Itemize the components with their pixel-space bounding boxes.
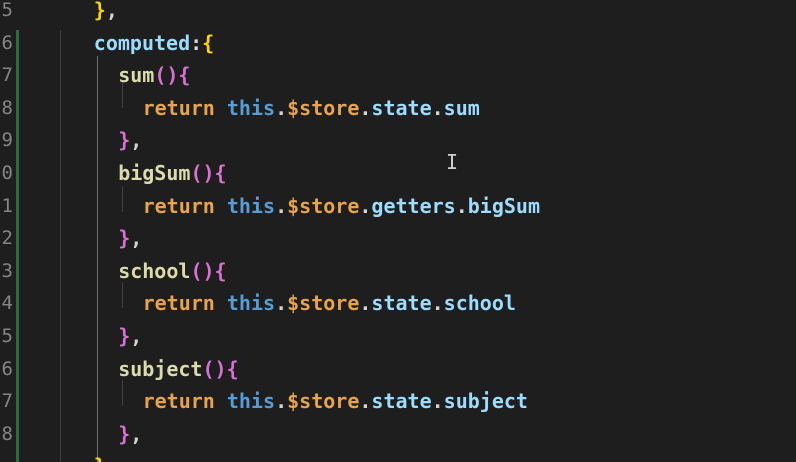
code-token: computed bbox=[93, 30, 191, 55]
code-token: . bbox=[359, 291, 372, 316]
code-token: . bbox=[359, 389, 372, 414]
code-token: . bbox=[359, 193, 372, 218]
code-line[interactable]: school(){ bbox=[118, 258, 226, 284]
code-token: state bbox=[371, 291, 432, 316]
code-token: { bbox=[214, 258, 227, 283]
code-token: , bbox=[130, 421, 143, 446]
code-token: { bbox=[226, 356, 239, 381]
code-token: . bbox=[275, 291, 288, 316]
line-number: 1 bbox=[1, 194, 13, 217]
code-token: school bbox=[443, 291, 516, 316]
code-token: state bbox=[371, 389, 432, 414]
code-token: } bbox=[118, 324, 131, 348]
line-number: 3 bbox=[1, 259, 13, 282]
code-token: } bbox=[93, 0, 106, 22]
code-token: $store bbox=[287, 95, 360, 120]
code-token: return bbox=[142, 95, 215, 120]
code-token: . bbox=[431, 95, 444, 120]
code-token: . bbox=[275, 389, 288, 414]
code-token: getters bbox=[371, 193, 456, 218]
code-token: } bbox=[118, 128, 131, 153]
code-token: { bbox=[202, 30, 215, 55]
code-token: () bbox=[190, 161, 215, 185]
line-number: 8 bbox=[1, 96, 13, 119]
code-token: return bbox=[142, 193, 215, 218]
code-line[interactable]: sum(){ bbox=[118, 62, 190, 88]
code-token: sum bbox=[118, 63, 155, 88]
code-line[interactable]: bigSum(){ bbox=[118, 160, 226, 186]
code-token: . bbox=[275, 95, 288, 120]
code-token: $store bbox=[287, 193, 360, 218]
code-token: () bbox=[190, 258, 215, 283]
code-token: subject bbox=[118, 356, 203, 381]
code-token: this bbox=[226, 389, 276, 414]
code-token: { bbox=[178, 63, 191, 88]
code-token: } bbox=[118, 226, 131, 251]
line-number: 4 bbox=[1, 292, 13, 315]
code-token: } bbox=[94, 454, 106, 462]
indent-guide bbox=[122, 186, 123, 212]
code-line[interactable]: }, bbox=[118, 421, 142, 447]
code-token: return bbox=[142, 389, 215, 414]
code-token: this bbox=[226, 291, 276, 316]
code-token: , bbox=[105, 0, 118, 22]
line-number: 7 bbox=[1, 64, 13, 87]
code-line[interactable]: } bbox=[94, 453, 106, 462]
code-token: , bbox=[130, 226, 143, 251]
line-number: 6 bbox=[1, 357, 13, 380]
code-token: . bbox=[359, 95, 372, 120]
code-line[interactable]: return this.$store.state.school bbox=[143, 290, 516, 316]
code-token: this bbox=[226, 95, 276, 120]
code-token: , bbox=[130, 128, 143, 153]
indent-guide bbox=[122, 380, 123, 406]
code-line[interactable]: }, bbox=[94, 0, 118, 23]
code-token: . bbox=[431, 389, 444, 414]
indent-guide bbox=[60, 30, 61, 462]
code-token: $store bbox=[287, 389, 360, 414]
code-token: : bbox=[190, 30, 203, 55]
code-line[interactable]: computed:{ bbox=[94, 30, 214, 56]
text-cursor-icon: I bbox=[446, 150, 459, 174]
indent-guide bbox=[122, 282, 123, 308]
code-token: . bbox=[455, 193, 468, 218]
line-number: 8 bbox=[1, 422, 13, 445]
code-line[interactable]: return this.$store.state.subject bbox=[143, 388, 528, 414]
modified-lines-indicator bbox=[16, 30, 19, 462]
code-token: . bbox=[275, 193, 288, 218]
line-number: 2 bbox=[1, 227, 13, 250]
line-number: 5 bbox=[1, 325, 13, 347]
line-number: 7 bbox=[1, 390, 13, 413]
code-line[interactable]: }, bbox=[118, 127, 142, 153]
code-token: state bbox=[371, 95, 432, 120]
code-line[interactable]: return this.$store.getters.bigSum bbox=[143, 193, 540, 219]
code-token: . bbox=[431, 291, 444, 316]
code-token: $store bbox=[287, 291, 360, 316]
code-token: bigSum bbox=[467, 193, 540, 218]
code-token: { bbox=[214, 161, 227, 185]
code-token: return bbox=[142, 291, 215, 316]
code-token: bigSum bbox=[118, 161, 191, 185]
code-token: , bbox=[130, 324, 143, 348]
code-token: sum bbox=[443, 95, 480, 120]
code-line[interactable]: return this.$store.state.sum bbox=[143, 95, 480, 121]
indent-guide-active bbox=[97, 56, 98, 462]
line-number: 0 bbox=[1, 162, 13, 184]
code-token: () bbox=[202, 356, 227, 381]
code-line[interactable]: subject(){ bbox=[118, 356, 238, 382]
code-token: () bbox=[154, 63, 179, 88]
line-number: 9 bbox=[1, 129, 13, 152]
line-number: 5 bbox=[1, 0, 13, 21]
code-line[interactable]: }, bbox=[118, 323, 142, 349]
code-token: this bbox=[226, 193, 276, 218]
code-editor[interactable]: 56789012345678 }, computed:{sum(){return … bbox=[0, 0, 796, 462]
code-token: subject bbox=[443, 389, 528, 414]
line-number: 6 bbox=[1, 31, 13, 54]
code-token: } bbox=[118, 421, 131, 446]
code-token: school bbox=[118, 258, 191, 283]
code-line[interactable]: }, bbox=[118, 225, 142, 251]
